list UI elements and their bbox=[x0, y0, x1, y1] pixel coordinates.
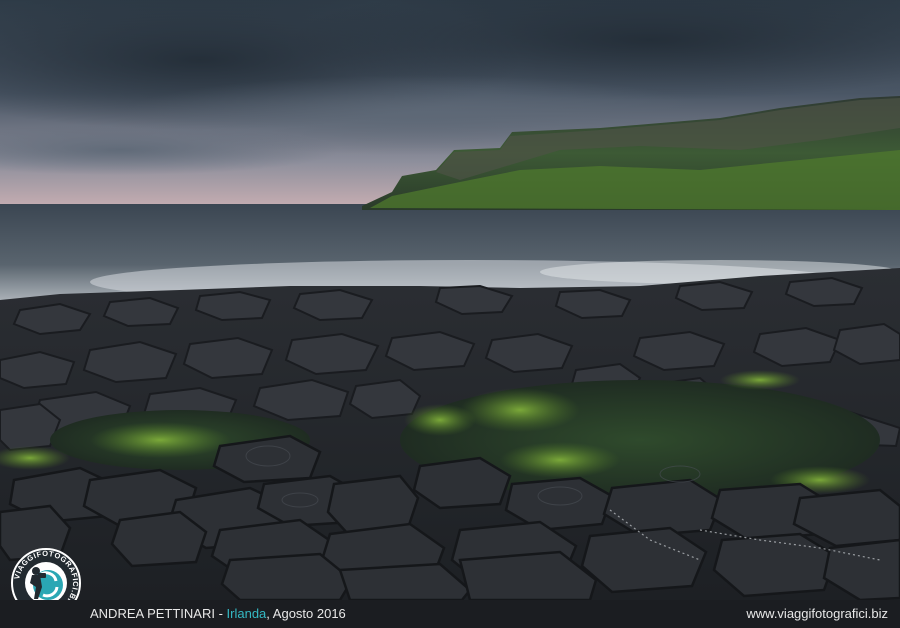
moss bbox=[460, 388, 580, 432]
photo-credit: ANDREA PETTINARI - Irlanda, Agosto 2016 bbox=[90, 600, 346, 628]
moss bbox=[404, 404, 476, 436]
author-name: ANDREA PETTINARI bbox=[90, 606, 215, 621]
photo-frame: VIAGGIFOTOGRAFICI.BIZ ANDREA PETTINARI -… bbox=[0, 0, 900, 628]
moss bbox=[90, 422, 230, 458]
credit-separator: - bbox=[214, 606, 227, 621]
location-link[interactable]: Irlanda bbox=[227, 606, 267, 621]
moss bbox=[500, 442, 620, 478]
caption-bar: ANDREA PETTINARI - Irlanda, Agosto 2016 … bbox=[0, 600, 900, 628]
photo-date: , Agosto 2016 bbox=[266, 606, 346, 621]
website-link[interactable]: www.viaggifotografici.biz bbox=[746, 600, 888, 628]
landscape-photo bbox=[0, 0, 900, 600]
moss bbox=[720, 370, 800, 390]
